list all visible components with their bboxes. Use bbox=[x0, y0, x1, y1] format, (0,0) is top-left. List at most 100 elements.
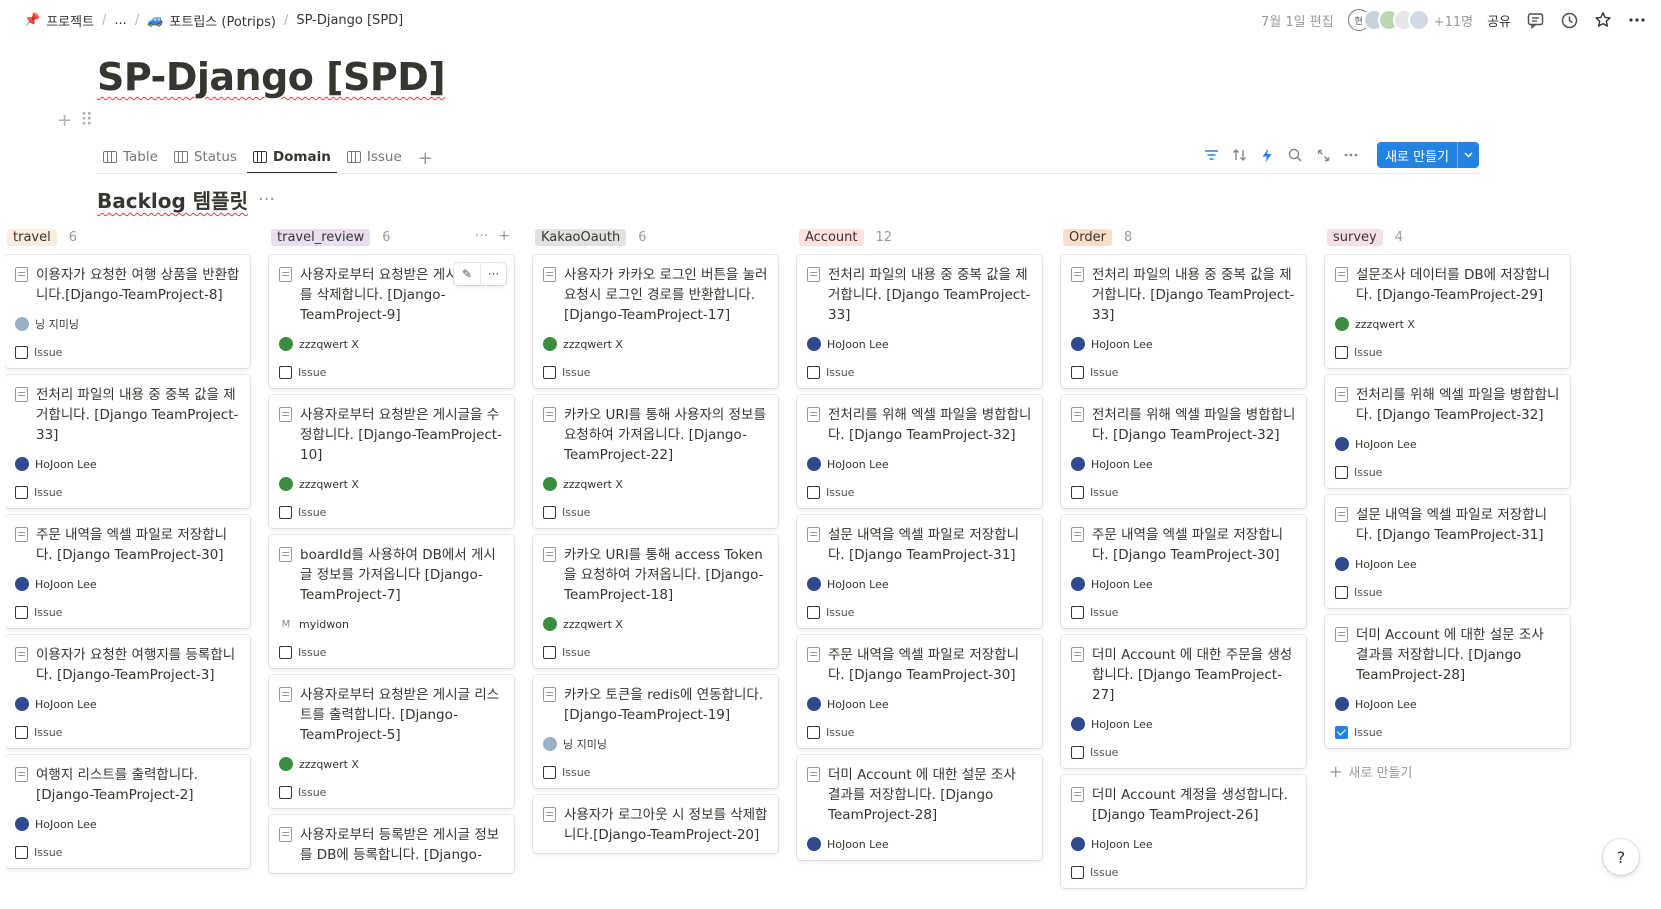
issue-checkbox[interactable] bbox=[279, 365, 292, 379]
column-header[interactable]: Account 12 bbox=[797, 224, 1042, 250]
add-block-icon[interactable]: + bbox=[57, 110, 72, 131]
board-card[interactable]: 주문 내역을 엑셀 파일로 저장합니다. [Django TeamProject… bbox=[1061, 515, 1306, 628]
clock-icon[interactable] bbox=[1559, 10, 1579, 30]
add-icon[interactable]: + bbox=[498, 228, 510, 244]
drag-handle-icon[interactable]: ⠿ bbox=[80, 110, 93, 131]
more-icon[interactable]: ··· bbox=[475, 228, 488, 244]
issue-checkbox[interactable] bbox=[1071, 605, 1084, 619]
more-icon[interactable] bbox=[1343, 147, 1359, 163]
column-tag[interactable]: travel bbox=[7, 228, 57, 246]
board-card[interactable]: 전처리를 위해 엑셀 파일을 병합합니다. [Django TeamProjec… bbox=[1061, 395, 1306, 508]
add-view-button[interactable]: + bbox=[412, 142, 439, 174]
issue-checkbox[interactable] bbox=[15, 845, 28, 859]
issue-checkbox[interactable] bbox=[1071, 485, 1084, 499]
collaborator-avatars[interactable]: 현 +11명 bbox=[1347, 9, 1473, 31]
edit-icon[interactable]: ✎ bbox=[454, 263, 480, 285]
board-card[interactable]: 더미 Account 에 대한 주문을 생성합니다. [Django TeamP… bbox=[1061, 635, 1306, 768]
issue-checkbox[interactable] bbox=[543, 765, 556, 779]
column-tag[interactable]: survey bbox=[1327, 228, 1383, 246]
issue-checkbox[interactable] bbox=[807, 485, 820, 499]
board-card[interactable]: 더미 Account 에 대한 설문 조사 결과를 저장합니다. [Django… bbox=[1325, 615, 1570, 748]
more-icon[interactable] bbox=[1627, 10, 1647, 30]
board-card[interactable]: 전처리 파일의 내용 중 중복 값을 제거합니다. [Django TeamPr… bbox=[1061, 255, 1306, 388]
column-tag[interactable]: KakaoOauth bbox=[535, 228, 627, 246]
board-card[interactable]: 주문 내역을 엑셀 파일로 저장합니다. [Django TeamProject… bbox=[797, 635, 1042, 748]
help-button[interactable]: ? bbox=[1603, 839, 1639, 875]
issue-checkbox[interactable] bbox=[15, 725, 28, 739]
chevron-down-icon[interactable] bbox=[1457, 142, 1479, 168]
board-card[interactable]: 사용자로부터 요청받은 게시글 정보를 삭제합니다. [Django-TeamP… bbox=[269, 255, 514, 388]
issue-checkbox[interactable] bbox=[807, 725, 820, 739]
new-button[interactable]: 새로 만들기 bbox=[1377, 142, 1479, 168]
issue-checkbox[interactable] bbox=[1335, 345, 1348, 359]
breadcrumb-ellipsis[interactable]: ... bbox=[114, 13, 126, 28]
column-tag[interactable]: travel_review bbox=[271, 228, 371, 246]
issue-checkbox[interactable] bbox=[15, 605, 28, 619]
tab-table[interactable]: Table bbox=[97, 142, 164, 174]
board-card[interactable]: 전처리를 위해 엑셀 파일을 병합합니다. [Django TeamProjec… bbox=[1325, 375, 1570, 488]
board-card[interactable]: 전처리를 위해 엑셀 파일을 병합합니다. [Django TeamProjec… bbox=[797, 395, 1042, 508]
star-icon[interactable] bbox=[1593, 10, 1613, 30]
board-card[interactable]: 이용자가 요청한 여행지를 등록합니다. [Django-TeamProject… bbox=[5, 635, 250, 748]
issue-checkbox[interactable] bbox=[15, 485, 28, 499]
board-card[interactable]: 더미 Account 계정을 생성합니다. [Django TeamProjec… bbox=[1061, 775, 1306, 888]
board-card[interactable]: 설문 내역을 엑셀 파일로 저장합니다. [Django TeamProject… bbox=[1325, 495, 1570, 608]
page-title[interactable]: SP-Django [SPD] bbox=[97, 55, 446, 99]
board-card[interactable]: boardId를 사용하여 DB에서 게시글 정보를 가져옵니다 [Django… bbox=[269, 535, 514, 668]
board-card[interactable]: 이용자가 요청한 여행 상품을 반환합니다.[Django-TeamProjec… bbox=[5, 255, 250, 368]
breadcrumb-workspace[interactable]: 포트립스 (Potrips) bbox=[169, 11, 276, 30]
share-button[interactable]: 공유 bbox=[1487, 11, 1511, 30]
issue-checkbox[interactable] bbox=[543, 365, 556, 379]
issue-checkbox[interactable] bbox=[279, 785, 292, 799]
tab-issue[interactable]: Issue bbox=[341, 142, 408, 174]
board-card[interactable]: 사용자로부터 등록받은 게시글 정보를 DB에 등록합니다. [Django- bbox=[269, 815, 514, 873]
issue-checkbox[interactable] bbox=[543, 505, 556, 519]
issue-checkbox[interactable] bbox=[1071, 365, 1084, 379]
column-header[interactable]: travel 6 bbox=[5, 224, 250, 250]
board-card[interactable]: 사용자가 로그아웃 시 정보를 삭제합니다.[Django-TeamProjec… bbox=[533, 795, 778, 853]
issue-checkbox[interactable] bbox=[1071, 745, 1084, 759]
board-card[interactable]: 더미 Account 에 대한 설문 조사 결과를 저장합니다. [Django… bbox=[797, 755, 1042, 860]
column-header[interactable]: survey 4 bbox=[1325, 224, 1570, 250]
issue-checkbox[interactable] bbox=[279, 505, 292, 519]
more-icon[interactable]: ··· bbox=[480, 263, 506, 285]
collaborator-count[interactable]: +11명 bbox=[1434, 11, 1473, 30]
tab-domain[interactable]: Domain bbox=[246, 142, 337, 174]
issue-checkbox[interactable] bbox=[807, 605, 820, 619]
comment-icon[interactable] bbox=[1525, 10, 1545, 30]
issue-checkbox[interactable] bbox=[1071, 865, 1084, 879]
expand-icon[interactable] bbox=[1315, 147, 1331, 163]
column-header[interactable]: Order 8 bbox=[1061, 224, 1306, 250]
board-card[interactable]: 사용자로부터 요청받은 게시글 리스트를 출력합니다. [Django-Team… bbox=[269, 675, 514, 808]
board-card[interactable]: 카카오 URI를 통해 사용자의 정보를 요청하여 가져옵니다. [Django… bbox=[533, 395, 778, 528]
board-card[interactable]: 설문조사 데이터를 DB에 저장합니다. [Django-TeamProject… bbox=[1325, 255, 1570, 368]
issue-checkbox[interactable] bbox=[1335, 585, 1348, 599]
issue-checkbox[interactable] bbox=[15, 345, 28, 359]
column-header[interactable]: travel_review 6 ··· + bbox=[269, 224, 514, 250]
block-handle[interactable]: + ⠿ bbox=[57, 110, 93, 131]
filter-icon[interactable] bbox=[1203, 147, 1219, 163]
lightning-icon[interactable] bbox=[1259, 147, 1275, 163]
avatar[interactable] bbox=[1407, 9, 1430, 31]
issue-checkbox[interactable] bbox=[1335, 725, 1348, 739]
new-card-button[interactable]: + 새로 만들기 bbox=[1325, 762, 1570, 781]
board-card[interactable]: 사용자로부터 요청받은 게시글을 수정합니다. [Django-TeamProj… bbox=[269, 395, 514, 528]
search-icon[interactable] bbox=[1287, 147, 1303, 163]
board-card[interactable]: 전처리 파일의 내용 중 중복 값을 제거합니다. [Django TeamPr… bbox=[5, 375, 250, 508]
database-title-text[interactable]: Backlog 템플릿 bbox=[97, 185, 248, 214]
board-card[interactable]: 설문 내역을 엑셀 파일로 저장합니다. [Django TeamProject… bbox=[797, 515, 1042, 628]
board-card[interactable]: 전처리 파일의 내용 중 중복 값을 제거합니다. [Django TeamPr… bbox=[797, 255, 1042, 388]
board-card[interactable]: 사용자가 카카오 로그인 버튼을 눌러 요청시 로그인 경로를 반환합니다. [… bbox=[533, 255, 778, 388]
board-card[interactable]: 여행지 리스트를 출력합니다. [Django-TeamProject-2] Ho… bbox=[5, 755, 250, 868]
issue-checkbox[interactable] bbox=[543, 645, 556, 659]
column-tag[interactable]: Account bbox=[799, 228, 864, 246]
tab-status[interactable]: Status bbox=[168, 142, 243, 174]
issue-checkbox[interactable] bbox=[807, 365, 820, 379]
column-tag[interactable]: Order bbox=[1063, 228, 1112, 246]
sort-icon[interactable] bbox=[1231, 147, 1247, 163]
new-button-label[interactable]: 새로 만들기 bbox=[1377, 142, 1457, 168]
board-card[interactable]: 카카오 토큰을 redis에 연동합니다.[Django-TeamProject… bbox=[533, 675, 778, 788]
breadcrumb-project[interactable]: 프로젝트 bbox=[46, 11, 94, 30]
more-icon[interactable]: ··· bbox=[258, 189, 275, 210]
board-card[interactable]: 카카오 URI를 통해 access Token을 요청하여 가져옵니다. [D… bbox=[533, 535, 778, 668]
